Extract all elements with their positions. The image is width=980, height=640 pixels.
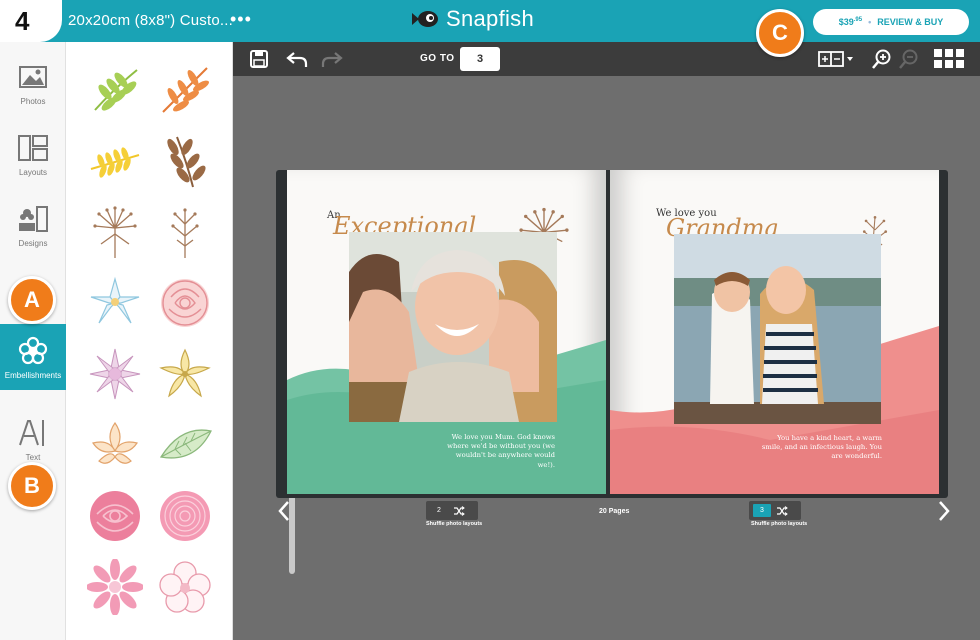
flower-icon: [18, 336, 48, 364]
review-and-buy-label: REVIEW & BUY: [877, 17, 944, 27]
page-right[interactable]: We love you Grandma You have a kind hear…: [610, 170, 939, 494]
embellishment-item[interactable]: [150, 480, 220, 551]
brown-twig-icon: [171, 207, 199, 258]
purple-dahlia-icon: [89, 348, 141, 399]
yellow-leaf-sprig-icon: [90, 146, 140, 178]
photo-grandmother-with-daughters[interactable]: [349, 232, 557, 422]
step-badge: 4: [0, 0, 62, 42]
green-leaf-sprig-icon: [94, 68, 138, 111]
photo-image: [349, 232, 557, 422]
rail-label-layouts: Layouts: [18, 167, 48, 177]
embellishment-item[interactable]: [80, 480, 150, 551]
embellishment-item[interactable]: [150, 338, 220, 409]
embellishment-item[interactable]: [80, 338, 150, 409]
editor-toolbar: GO TO: [233, 42, 980, 76]
pink-rose-icon: [90, 490, 140, 541]
rail-label-photos: Photos: [20, 96, 46, 106]
next-page-arrow-icon[interactable]: [937, 500, 951, 528]
green-leaf-icon: [159, 428, 212, 459]
save-icon[interactable]: [248, 48, 270, 70]
right-page-shuffle-control[interactable]: 3: [749, 501, 801, 520]
layouts-icon: [18, 134, 48, 161]
rail-item-embellishments[interactable]: Embellishments: [0, 324, 66, 390]
embellishment-item[interactable]: [80, 196, 150, 267]
rail-item-designs[interactable]: Designs: [0, 192, 66, 258]
photos-icon: [19, 65, 47, 88]
rail-label-embellishments: Embellishments: [4, 370, 62, 380]
pink-chrysanthemum-icon: [160, 490, 210, 541]
designs-icon: [19, 205, 48, 232]
blue-line-flower-icon: [90, 276, 140, 323]
embellishment-item[interactable]: [150, 267, 220, 338]
yellow-lily-icon: [159, 348, 211, 397]
embellishment-item[interactable]: [80, 125, 150, 196]
embellishment-item[interactable]: [80, 54, 150, 125]
photo-image: [674, 234, 881, 424]
embellishment-item[interactable]: [80, 409, 150, 480]
callout-c: C: [756, 9, 804, 57]
left-page-shuffle-control[interactable]: 2: [426, 501, 478, 520]
embellishment-item[interactable]: [150, 125, 220, 196]
pages-count: 20 Pages: [599, 508, 630, 515]
separator: •: [868, 17, 872, 27]
left-shuffle-caption: Shuffle photo layouts: [426, 521, 483, 527]
right-page-number: 3: [753, 504, 771, 517]
snapfish-logo: Snapfish: [410, 6, 534, 32]
brown-dandelion-icon: [93, 205, 137, 258]
embellishment-item[interactable]: [150, 409, 220, 480]
embellishment-item[interactable]: [80, 267, 150, 338]
undo-icon[interactable]: [286, 48, 308, 70]
embellishment-item[interactable]: [80, 551, 150, 622]
callout-b: B: [8, 462, 56, 510]
rail-label-text: Text: [25, 452, 41, 462]
price: $39.95: [839, 17, 862, 27]
more-options-icon[interactable]: •••: [230, 9, 252, 30]
page-left[interactable]: An Exceptional woman We love you Mum. Go…: [287, 170, 606, 494]
zoom-out-icon[interactable]: [898, 48, 920, 70]
shuffle-icon[interactable]: [771, 505, 793, 516]
price-cents: .95: [853, 17, 863, 23]
left-page-number: 2: [437, 507, 441, 514]
logo-text: Snapfish: [446, 6, 535, 31]
goto-page-input[interactable]: [460, 47, 500, 71]
pink-rose-outline-icon: [161, 278, 209, 327]
project-title[interactable]: 20x20cm (8x8") Custo...: [68, 12, 233, 29]
shuffle-icon[interactable]: [448, 505, 470, 516]
peach-lotus-icon: [92, 421, 138, 464]
left-caption[interactable]: We love you Mum. God knows where we'd be…: [437, 433, 555, 470]
goto-label: GO TO: [420, 53, 455, 64]
photo-book-spread: An Exceptional woman We love you Mum. Go…: [276, 170, 948, 498]
pink-daisy-icon: [87, 558, 143, 615]
embellishments-drawer: [66, 42, 295, 640]
rail-item-photos[interactable]: Photos: [0, 50, 66, 116]
grid-view-icon[interactable]: [933, 48, 965, 70]
embellishment-grid: [80, 54, 220, 622]
right-shuffle-caption: Shuffle photo layouts: [751, 521, 808, 527]
rail-item-layouts[interactable]: Layouts: [0, 121, 66, 187]
embellishment-item[interactable]: [150, 551, 220, 622]
prev-page-arrow-icon[interactable]: [277, 500, 291, 528]
tool-rail: Photos Layouts Designs Embellishments Te…: [0, 42, 66, 640]
brown-leaf-sprig-icon: [167, 136, 206, 187]
fish-logo-icon: [412, 11, 438, 27]
price-main: $39: [838, 17, 854, 27]
embellishment-item[interactable]: [150, 196, 220, 267]
review-and-buy-button[interactable]: $39.95 • REVIEW & BUY: [813, 9, 969, 35]
redo-icon[interactable]: [321, 48, 343, 70]
right-caption[interactable]: You have a kind heart, a warm smile, and…: [760, 434, 882, 462]
embellishment-item[interactable]: [150, 54, 220, 125]
text-icon: [19, 419, 44, 446]
photo-grandchildren[interactable]: [674, 234, 881, 424]
white-pink-flower-icon: [159, 560, 211, 613]
rail-label-designs: Designs: [18, 238, 48, 248]
callout-a: A: [8, 276, 56, 324]
top-bar: 4 20x20cm (8x8") Custo... ••• Snapfish $…: [0, 0, 980, 42]
zoom-in-icon[interactable]: [871, 48, 893, 70]
layout-picker-icon[interactable]: [817, 48, 857, 70]
orange-leaf-sprig-icon: [162, 66, 209, 113]
